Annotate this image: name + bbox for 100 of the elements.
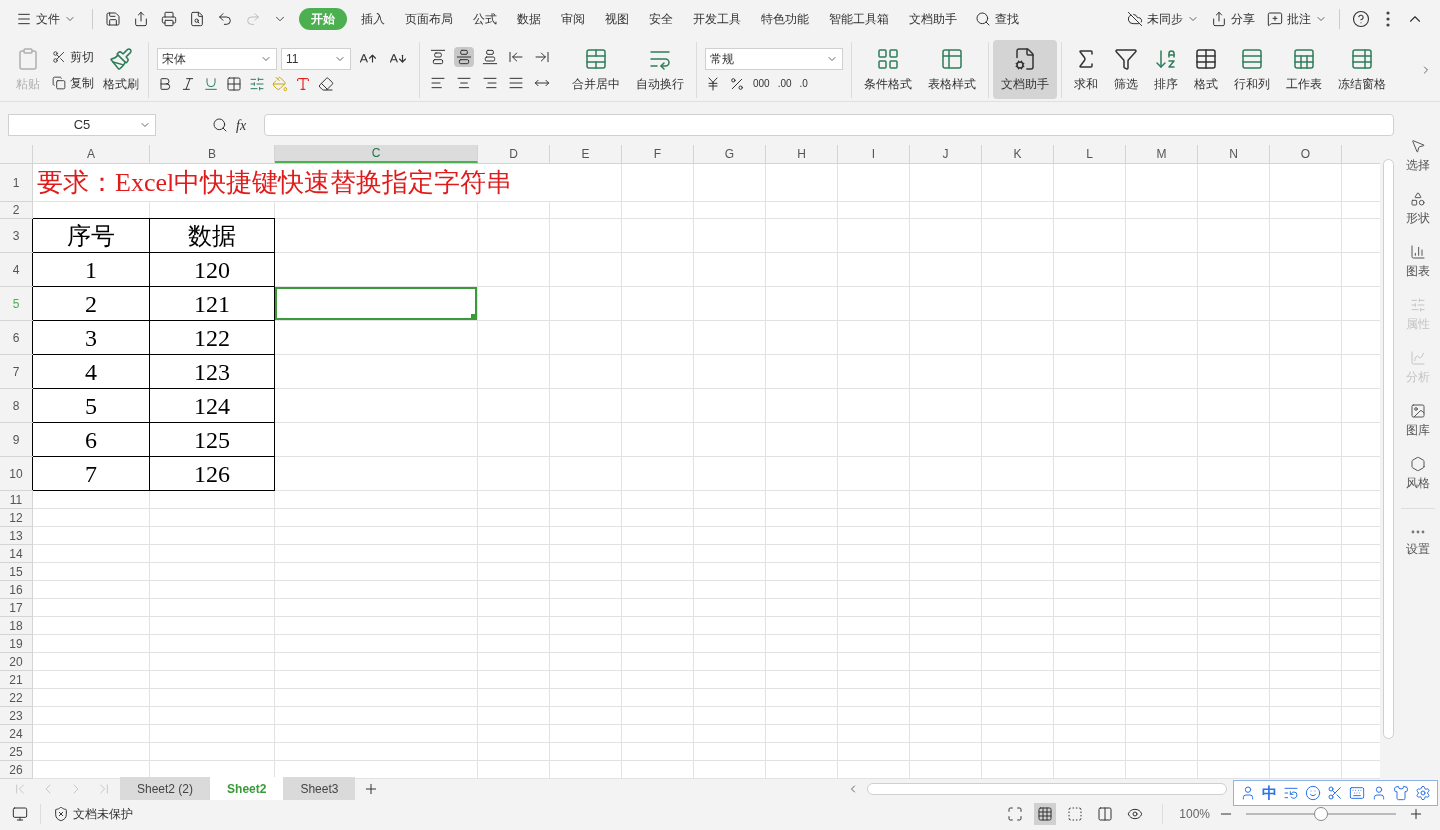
person-icon[interactable] [1371, 785, 1387, 801]
sidebar-item[interactable]: 图库 [1406, 399, 1430, 442]
help-button[interactable] [1352, 10, 1370, 28]
vertical-scrollbar[interactable] [1382, 159, 1394, 739]
row-header[interactable]: 15 [0, 563, 32, 580]
clear-button[interactable] [318, 75, 334, 92]
row-header[interactable]: 9 [0, 423, 32, 456]
protection-status[interactable]: 文档未保护 [53, 805, 133, 823]
row-header[interactable]: 1 [0, 164, 32, 201]
column-header[interactable]: A [33, 145, 150, 163]
sheet-tab[interactable]: Sheet2 (2) [120, 777, 211, 800]
column-header[interactable]: K [982, 145, 1054, 163]
share-button[interactable]: 分享 [1211, 10, 1255, 28]
merge-center-button[interactable]: 合并居中 [564, 38, 628, 101]
comment-button[interactable]: 批注 [1267, 10, 1327, 28]
format-painter-button[interactable]: 格式刷 [98, 38, 144, 101]
row-header[interactable]: 20 [0, 653, 32, 670]
file-menu[interactable]: 文件 [8, 5, 84, 33]
column-header[interactable]: E [550, 145, 622, 163]
decrease-decimal-button[interactable]: .0 [799, 76, 808, 91]
sheet-tab[interactable]: Sheet3 [283, 777, 356, 800]
user-icon[interactable] [1240, 785, 1256, 801]
ribbon-tab[interactable]: 安全 [639, 8, 683, 30]
ribbon-tab[interactable]: 插入 [351, 8, 395, 30]
conditional-button[interactable]: 条件格式 [856, 40, 920, 99]
row-header[interactable]: 24 [0, 725, 32, 742]
sheet-tab[interactable]: Sheet2 [210, 777, 284, 800]
row-header[interactable]: 8 [0, 389, 32, 422]
ribbon-tab[interactable]: 审阅 [551, 8, 595, 30]
smile-icon[interactable] [1305, 785, 1321, 801]
row-header[interactable]: 19 [0, 635, 32, 652]
column-header[interactable]: M [1126, 145, 1198, 163]
ribbon-tab[interactable]: 开发工具 [683, 8, 751, 30]
font-size-select[interactable]: 11 [281, 47, 351, 70]
row-header[interactable]: 16 [0, 581, 32, 598]
currency-button[interactable] [705, 75, 721, 92]
monitor-icon[interactable] [12, 806, 28, 822]
column-header[interactable]: H [766, 145, 838, 163]
column-header[interactable]: D [478, 145, 550, 163]
column-header[interactable]: O [1270, 145, 1342, 163]
row-header[interactable]: 21 [0, 671, 32, 688]
column-header[interactable]: C [275, 145, 478, 163]
column-header[interactable]: F [622, 145, 694, 163]
format-button[interactable]: 格式 [1186, 40, 1226, 99]
number-format-select[interactable]: 常规 [705, 47, 843, 70]
scissors-icon[interactable] [1327, 785, 1343, 801]
sheet-button[interactable]: 工作表 [1278, 40, 1330, 99]
row-header[interactable]: 17 [0, 599, 32, 616]
input-mode-button[interactable]: 中 [1262, 781, 1277, 805]
row-header[interactable]: 13 [0, 527, 32, 544]
assistant-button[interactable]: 文档助手 [993, 40, 1057, 99]
sync-button[interactable]: 未同步 [1127, 10, 1199, 28]
sidebar-item[interactable]: 风格 [1406, 452, 1430, 495]
normal-view-button[interactable] [1034, 803, 1057, 825]
percent-button[interactable] [729, 75, 745, 92]
filter-button[interactable]: 筛选 [1106, 40, 1146, 99]
row-header[interactable]: 7 [0, 355, 32, 388]
sidebar-item[interactable]: 图表 [1406, 240, 1430, 283]
borders-button[interactable] [226, 75, 242, 92]
row-header[interactable]: 25 [0, 743, 32, 760]
sort-button[interactable]: 排序 [1146, 40, 1186, 99]
row-header[interactable]: 6 [0, 321, 32, 354]
row-header[interactable]: 12 [0, 509, 32, 526]
sidebar-item[interactable]: 形状 [1406, 187, 1430, 230]
row-header[interactable]: 3 [0, 219, 32, 252]
ribbon-tab[interactable]: 公式 [463, 8, 507, 30]
table-style-button[interactable]: 表格样式 [920, 40, 984, 99]
row-header[interactable]: 11 [0, 491, 32, 508]
active-cell[interactable] [275, 287, 477, 320]
freeze-button[interactable]: 冻结窗格 [1330, 40, 1394, 99]
row-header[interactable]: 18 [0, 617, 32, 634]
formula-input[interactable] [264, 114, 1394, 136]
sidebar-item[interactable]: 设置 [1406, 522, 1430, 565]
horizontal-scrollbar[interactable] [867, 782, 1228, 795]
rows-button[interactable]: 行和列 [1226, 40, 1278, 99]
ribbon-tab[interactable]: 特色功能 [751, 8, 819, 30]
ribbon-tab[interactable]: 页面布局 [395, 8, 463, 30]
keyboard-icon[interactable] [1349, 785, 1365, 801]
bold-button[interactable] [157, 75, 173, 92]
row-header[interactable]: 4 [0, 253, 32, 286]
italic-button[interactable] [180, 75, 196, 92]
column-header[interactable]: I [838, 145, 910, 163]
increase-decimal-button[interactable]: .00 [777, 76, 792, 91]
column-header[interactable]: N [1198, 145, 1270, 163]
underline-button[interactable] [203, 75, 219, 92]
thousands-button[interactable]: 000 [753, 76, 770, 91]
sidebar-item[interactable]: 选择 [1406, 134, 1430, 177]
ribbon-tab[interactable]: 视图 [595, 8, 639, 30]
shirt-icon[interactable] [1393, 785, 1409, 801]
search-button[interactable]: 查找 [975, 10, 1019, 28]
ribbon-tab[interactable]: 文档助手 [899, 8, 967, 30]
name-box[interactable]: C5 [8, 114, 156, 136]
fill-color-button[interactable] [272, 75, 288, 92]
copy-button[interactable]: 复制 [52, 73, 94, 92]
row-header[interactable]: 26 [0, 761, 32, 778]
align-middle-button[interactable] [454, 46, 474, 67]
settings-icon[interactable] [1415, 785, 1431, 801]
zoom-slider-thumb[interactable] [1314, 807, 1328, 821]
row-header[interactable]: 23 [0, 707, 32, 724]
ribbon-tab[interactable]: 智能工具箱 [819, 8, 899, 30]
